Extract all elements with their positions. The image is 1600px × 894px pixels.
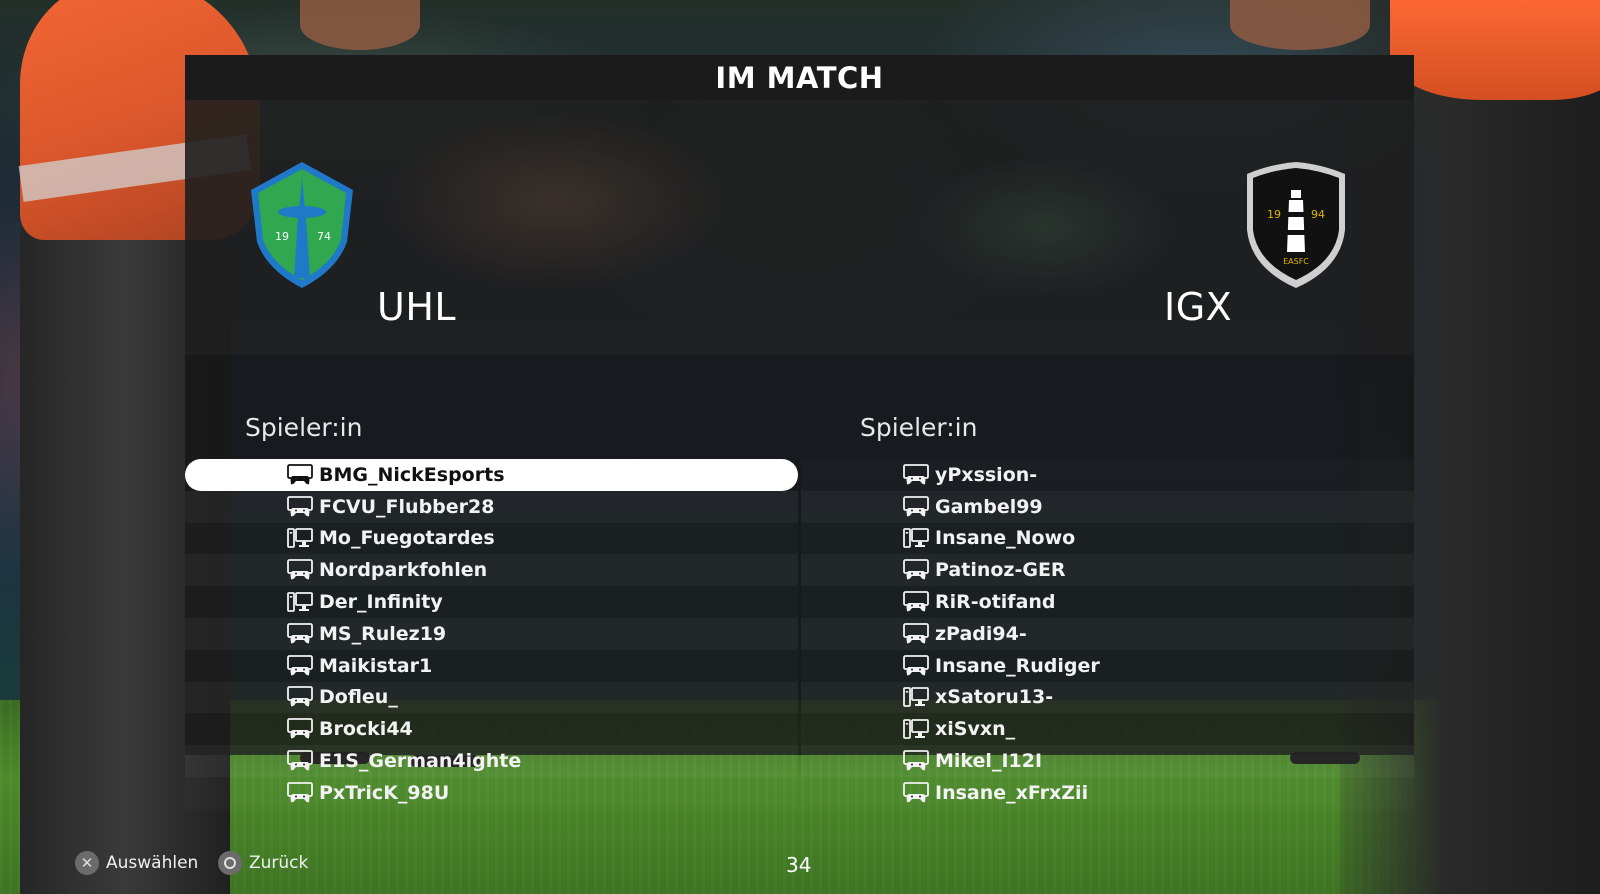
player-row[interactable]: Patinoz-GER (801, 554, 1414, 587)
pc-platform-icon (287, 591, 313, 613)
console-platform-icon (903, 559, 929, 581)
console-platform-icon (287, 718, 313, 740)
console-platform-icon (903, 495, 929, 518)
player-name: Mo_Fuegotardes (319, 527, 495, 550)
player-name: xiSvxn_ (935, 718, 1016, 741)
player-row[interactable]: Der_Infinity (185, 586, 798, 618)
console-platform-icon (903, 622, 929, 645)
player-name: Maikistar1 (319, 654, 433, 677)
console-platform-icon (903, 591, 929, 613)
player-row[interactable]: Insane_Nowo (801, 523, 1414, 555)
player-row[interactable]: xSatoru13- (801, 681, 1414, 714)
player-row[interactable]: Insane_Rudiger (801, 650, 1414, 682)
pc-platform-icon (903, 718, 929, 740)
console-platform-icon (287, 654, 313, 677)
cross-button-icon: ✕ (75, 851, 99, 875)
console-platform-icon (287, 781, 313, 804)
player-row[interactable]: Insane_xFrxZii (801, 777, 1414, 809)
away-team-name: IGX (1164, 285, 1233, 329)
player-name: yPxssion- (935, 463, 1038, 486)
console-platform-icon (903, 781, 929, 804)
player-row[interactable]: Dofleu_ (185, 681, 798, 714)
away-team-crest-icon: 19 94 EASFC (1247, 162, 1345, 288)
console-platform-icon (287, 463, 313, 486)
home-crest-year-left: 19 (275, 230, 289, 243)
pc-platform-icon (903, 527, 929, 549)
player-name: Insane_xFrxZii (935, 781, 1089, 804)
back-button[interactable]: Zurück (218, 851, 308, 875)
select-label: Auswählen (106, 853, 199, 873)
player-name: xSatoru13- (935, 686, 1054, 709)
player-name: Mikel_I12I (935, 750, 1043, 773)
home-team-crest-icon: 19 74 (251, 162, 353, 288)
player-name: RiR-otifand (935, 591, 1056, 614)
player-name: zPadi94- (935, 622, 1027, 645)
player-name: Brocki44 (319, 718, 413, 741)
player-row[interactable]: Maikistar1 (185, 650, 798, 682)
player-row[interactable]: MS_Rulez19 (185, 617, 798, 650)
player-name: Insane_Rudiger (935, 654, 1100, 677)
hand-left (300, 0, 420, 50)
away-crest-year-right: 94 (1311, 208, 1325, 221)
player-row[interactable]: PxTricK_98U (185, 777, 798, 809)
player-name: PxTricK_98U (319, 781, 450, 804)
console-platform-icon (287, 750, 313, 772)
player-row[interactable]: BMG_NickEsports (185, 459, 798, 491)
player-name: E1S_German4ighte (319, 750, 522, 773)
player-name: MS_Rulez19 (319, 622, 447, 645)
player-row[interactable]: xiSvxn_ (801, 713, 1414, 745)
lineup-panel: IM MATCH 19 74 UHL 19 94 EASFC IGX Spiel… (185, 55, 1414, 804)
back-label: Zurück (249, 853, 309, 873)
home-team-name: UHL (377, 285, 457, 329)
away-crest-year-left: 19 (1267, 208, 1281, 221)
console-platform-icon (287, 686, 313, 708)
home-players-header: Spieler:in (245, 413, 363, 442)
console-platform-icon (287, 495, 313, 518)
player-name: Nordparkfohlen (319, 559, 488, 582)
away-players-header: Spieler:in (860, 413, 978, 442)
home-crest-year-right: 74 (317, 230, 331, 243)
player-row[interactable]: Gambel99 (801, 490, 1414, 523)
console-platform-icon (287, 622, 313, 645)
player-name: Der_Infinity (319, 591, 443, 614)
home-player-list: BMG_NickEsports FCVU_Flubber28 Mo_Fuegotar… (185, 459, 798, 809)
player-name: Insane_Nowo (935, 527, 1076, 550)
player-row[interactable]: zPadi94- (801, 617, 1414, 650)
console-platform-icon (903, 463, 929, 486)
pc-platform-icon (903, 686, 929, 708)
page-number: 34 (786, 853, 812, 877)
player-row[interactable]: yPxssion- (801, 459, 1414, 491)
player-row[interactable]: Mikel_I12I (801, 745, 1414, 777)
player-name: Gambel99 (935, 495, 1043, 518)
player-name: Patinoz-GER (935, 559, 1066, 582)
player-name: BMG_NickEsports (319, 463, 505, 486)
away-player-list: yPxssion- Gambel99 Insane_Nowo Patinoz-GER R… (801, 459, 1414, 809)
console-platform-icon (903, 654, 929, 677)
player-name: FCVU_Flubber28 (319, 495, 495, 518)
player-name: Dofleu_ (319, 686, 398, 709)
screen-title: IM MATCH (715, 60, 884, 95)
player-vest-right (1390, 0, 1600, 100)
player-row[interactable]: E1S_German4ighte (185, 745, 798, 777)
select-button[interactable]: ✕ Auswählen (75, 851, 198, 875)
pc-platform-icon (287, 527, 313, 549)
console-platform-icon (287, 559, 313, 581)
player-row[interactable]: Nordparkfohlen (185, 554, 798, 587)
circle-button-icon (218, 851, 242, 875)
player-row[interactable]: Mo_Fuegotardes (185, 523, 798, 555)
console-platform-icon (903, 750, 929, 772)
player-row[interactable]: Brocki44 (185, 713, 798, 745)
player-row[interactable]: RiR-otifand (801, 586, 1414, 618)
away-crest-text: EASFC (1283, 257, 1309, 266)
hand-right (1230, 0, 1370, 50)
player-row[interactable]: FCVU_Flubber28 (185, 490, 798, 523)
panel-header: IM MATCH (185, 55, 1414, 100)
